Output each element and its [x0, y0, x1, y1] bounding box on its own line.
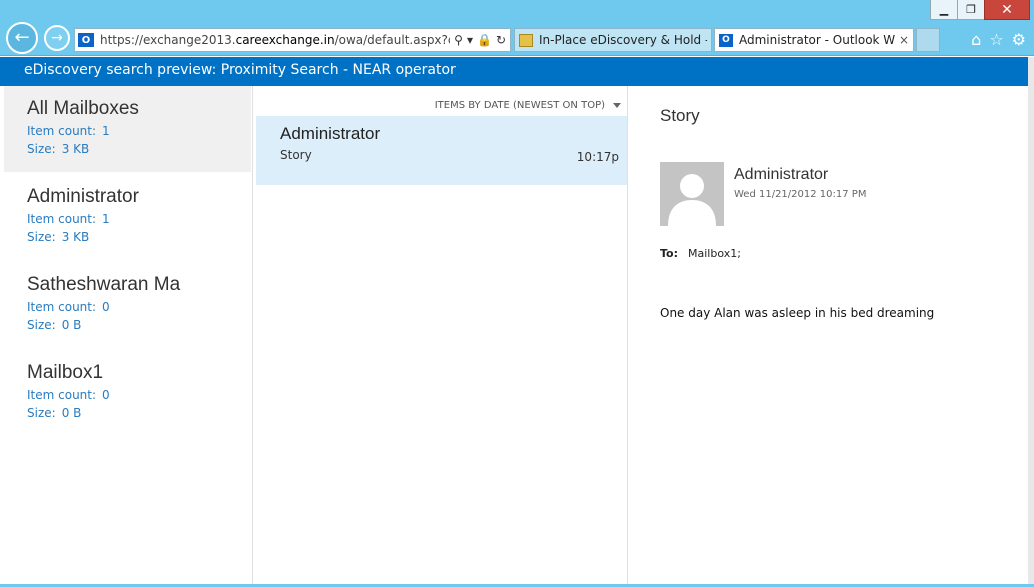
- arrow-right-icon: →: [51, 30, 63, 46]
- item-count-label: Item count:: [27, 124, 97, 138]
- gear-icon[interactable]: ⚙: [1012, 30, 1026, 49]
- browser-tools: ⌂ ☆ ⚙: [971, 30, 1026, 49]
- list-item[interactable]: Administrator Story 10:17p: [256, 116, 627, 185]
- arrow-left-icon: ←: [14, 27, 30, 48]
- favorites-star-icon[interactable]: ☆: [989, 30, 1003, 49]
- lock-icon[interactable]: 🔒: [477, 33, 492, 47]
- size-value: 3 KB: [61, 230, 90, 244]
- to-value: Mailbox1;: [688, 247, 741, 260]
- size-label: Size:: [27, 406, 56, 420]
- size-label: Size:: [27, 318, 56, 332]
- tab-label: In-Place eDiscovery & Hold - ...: [539, 33, 707, 47]
- mailbox-name: Administrator: [27, 186, 139, 207]
- size-value: 0 B: [61, 318, 82, 332]
- close-tab-icon[interactable]: ×: [899, 33, 909, 47]
- tab-label: Administrator - Outlook We...: [739, 33, 895, 47]
- avatar: [660, 162, 724, 226]
- tab-outlook-web[interactable]: O Administrator - Outlook We... ×: [714, 28, 914, 52]
- message-list: ITEMS BY DATE (NEWEST ON TOP) Administra…: [255, 86, 628, 587]
- item-count-value: 0: [102, 388, 110, 402]
- sort-label: ITEMS BY DATE (NEWEST ON TOP): [434, 100, 605, 111]
- sender-name: Administrator: [734, 166, 829, 183]
- sent-date: Wed 11/21/2012 10:17 PM: [734, 189, 867, 200]
- to-label: To:: [660, 247, 678, 260]
- mailbox-item-all[interactable]: All Mailboxes Item count: 1 Size: 3 KB: [4, 86, 251, 172]
- mail-icon: [519, 33, 533, 47]
- dropdown-icon[interactable]: ▾: [467, 33, 473, 47]
- address-bar[interactable]: O https://exchange2013.careexchange.in/o…: [74, 28, 511, 52]
- tab-ediscovery[interactable]: In-Place eDiscovery & Hold - ...: [514, 28, 712, 52]
- item-count-label: Item count:: [27, 300, 97, 314]
- back-button[interactable]: ←: [6, 22, 38, 54]
- item-count-value: 1: [102, 124, 110, 138]
- scrollbar[interactable]: [1028, 57, 1034, 587]
- item-count-value: 1: [102, 212, 110, 226]
- item-count-label: Item count:: [27, 212, 97, 226]
- size-label: Size:: [27, 142, 56, 156]
- new-tab-button[interactable]: [916, 28, 940, 52]
- message-time: 10:17p: [576, 150, 619, 164]
- minimize-button[interactable]: ▁: [930, 0, 958, 20]
- message-subject-heading: Story: [660, 106, 700, 125]
- mailbox-list: All Mailboxes Item count: 1 Size: 3 KB Adm…: [0, 86, 253, 587]
- item-count-value: 0: [102, 300, 110, 314]
- outlook-favicon-icon: O: [78, 33, 94, 47]
- person-icon: [660, 162, 724, 226]
- search-icon[interactable]: ⚲: [454, 33, 463, 47]
- message-body: One day Alan was asleep in his bed dream…: [660, 306, 935, 320]
- browser-chrome: ▁ ❐ ✕ ← → O https://exchange2013.careexc…: [0, 0, 1034, 56]
- refresh-icon[interactable]: ↻: [496, 33, 506, 47]
- window-controls: ▁ ❐ ✕: [930, 0, 1030, 20]
- chevron-down-icon: [613, 103, 621, 108]
- reading-pane: Story Administrator Wed 11/21/2012 10:17…: [630, 86, 1028, 587]
- mailbox-name: All Mailboxes: [27, 98, 139, 119]
- message-from: Administrator: [280, 124, 381, 143]
- restore-button[interactable]: ❐: [957, 0, 985, 20]
- mailbox-item-satheshwaran[interactable]: Satheshwaran Ma Item count: 0 Size: 0 B: [4, 262, 251, 348]
- mailbox-name: Satheshwaran Ma: [27, 274, 181, 295]
- item-count-label: Item count:: [27, 388, 97, 402]
- message-subject: Story: [280, 148, 312, 162]
- forward-button[interactable]: →: [44, 25, 70, 51]
- size-value: 3 KB: [61, 142, 90, 156]
- close-window-button[interactable]: ✕: [984, 0, 1030, 20]
- outlook-icon: O: [719, 33, 733, 47]
- mailbox-item-administrator[interactable]: Administrator Item count: 1 Size: 3 KB: [4, 174, 251, 260]
- size-value: 0 B: [61, 406, 82, 420]
- mailbox-item-mailbox1[interactable]: Mailbox1 Item count: 0 Size: 0 B: [4, 350, 251, 436]
- mailbox-name: Mailbox1: [27, 362, 104, 383]
- address-url[interactable]: https://exchange2013.careexchange.in/owa…: [100, 33, 450, 47]
- page-title: eDiscovery search preview: Proximity Sea…: [0, 57, 1028, 86]
- home-icon[interactable]: ⌂: [971, 30, 981, 49]
- recipients: To: Mailbox1;: [660, 247, 741, 260]
- size-label: Size:: [27, 230, 56, 244]
- sort-dropdown[interactable]: ITEMS BY DATE (NEWEST ON TOP): [435, 100, 621, 111]
